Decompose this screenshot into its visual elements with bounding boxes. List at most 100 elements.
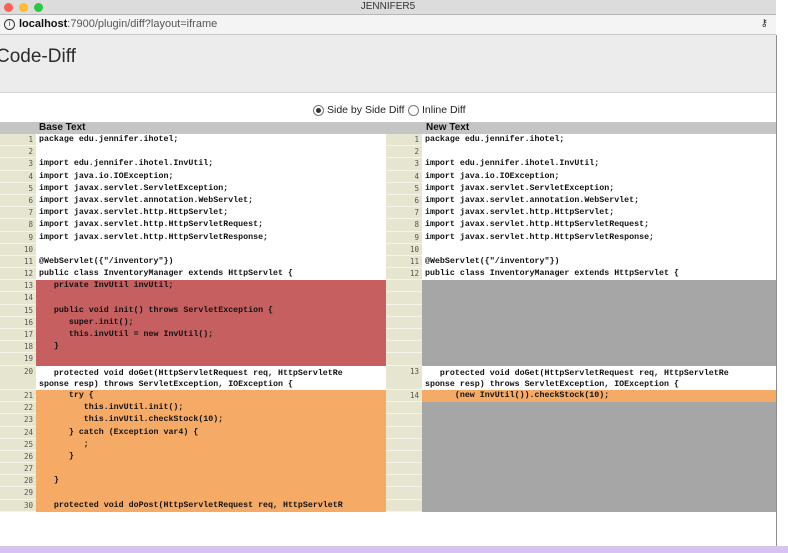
base-code-line[interactable]: try {	[36, 389, 386, 403]
new-code-line[interactable]	[422, 316, 776, 329]
base-diff-row: 16 super.init();	[0, 316, 386, 329]
new-code-line[interactable]	[422, 146, 776, 159]
base-code-line[interactable]	[36, 146, 386, 159]
info-icon[interactable]: i	[4, 19, 15, 30]
inline-option[interactable]: Inline Diff	[408, 104, 466, 116]
base-code-line[interactable]: protected void doPost(HttpServletRequest…	[36, 499, 386, 512]
new-code-line[interactable]: protected void doGet(HttpServletRequest …	[422, 365, 776, 390]
new-code-line[interactable]: import javax.servlet.http.HttpServletRes…	[422, 231, 776, 244]
new-code-line[interactable]: public class InventoryManager extends Ht…	[422, 268, 776, 281]
new-diff-row	[386, 329, 776, 342]
base-text-header: Base Text	[0, 122, 386, 134]
diff-mode-options: Side by Side Diff Inline Diff	[0, 104, 776, 120]
base-text-label: Base Text	[39, 122, 86, 133]
new-code-line[interactable]: (new InvUtil()).checkStock(10);	[422, 389, 776, 403]
new-code-line[interactable]	[422, 341, 776, 354]
side-by-side-option[interactable]: Side by Side Diff	[313, 104, 404, 116]
new-code-line[interactable]	[422, 292, 776, 305]
new-diff-row	[386, 316, 776, 329]
new-code-line[interactable]: @WebServlet({"/inventory"})	[422, 255, 776, 269]
base-code-line[interactable]: this.invUtil.init();	[36, 402, 386, 415]
new-code-line[interactable]: import javax.servlet.ServletException;	[422, 182, 776, 195]
base-code-line[interactable]: import javax.servlet.http.HttpServlet;	[36, 207, 386, 220]
new-code-line[interactable]: package edu.jennifer.ihotel;	[422, 134, 776, 147]
new-code-line[interactable]	[422, 243, 776, 256]
base-diff-row: 15 public void init() throws ServletExce…	[0, 304, 386, 317]
base-code-line[interactable]: private InvUtil invUtil;	[36, 280, 386, 293]
window-titlebar: JENNIFER5	[0, 0, 776, 15]
new-code-line[interactable]	[422, 304, 776, 317]
new-line-number: 13	[386, 365, 422, 390]
base-diff-row: 13 private InvUtil invUtil;	[0, 280, 386, 293]
base-code-line[interactable]: @WebServlet({"/inventory"})	[36, 255, 386, 269]
new-code-line[interactable]	[422, 280, 776, 293]
address-bar[interactable]: i localhost:7900/plugin/diff?layout=ifra…	[0, 15, 776, 35]
side-by-side-radio[interactable]	[313, 104, 324, 116]
new-code-line[interactable]	[422, 463, 776, 476]
base-code-line[interactable]: public void init() throws ServletExcepti…	[36, 304, 386, 317]
base-code-line[interactable]	[36, 487, 386, 500]
base-code-line[interactable]: import javax.servlet.ServletException;	[36, 182, 386, 195]
new-code-line[interactable]	[422, 414, 776, 427]
new-diff-row	[386, 341, 776, 354]
new-diff-row	[386, 475, 776, 488]
window-title: JENNIFER5	[360, 1, 416, 12]
base-diff-row: 23 this.invUtil.checkStock(10);	[0, 414, 386, 427]
inline-label: Inline Diff	[422, 104, 466, 116]
base-diff-row: 19	[0, 353, 386, 366]
new-line-number: 4	[386, 170, 422, 183]
new-text-header: New Text	[386, 122, 776, 134]
base-text-pane[interactable]: 1 package edu.jennifer.ihotel; 2 3 import ed…	[0, 134, 386, 512]
base-code-line[interactable]	[36, 292, 386, 305]
new-code-line[interactable]: import javax.servlet.annotation.WebServl…	[422, 194, 776, 208]
new-code-line[interactable]: import javax.servlet.http.HttpServlet;	[422, 207, 776, 220]
new-diff-row: 2	[386, 146, 776, 159]
base-code-line[interactable]: this.invUtil.checkStock(10);	[36, 414, 386, 427]
base-code-line[interactable]: import java.io.IOException;	[36, 170, 386, 183]
url-text[interactable]: localhost:7900/plugin/diff?layout=iframe	[19, 18, 217, 30]
new-code-line[interactable]	[422, 329, 776, 342]
base-line-number: 20	[0, 365, 36, 390]
base-code-line[interactable]	[36, 243, 386, 256]
new-code-line[interactable]	[422, 402, 776, 415]
base-code-line[interactable]: protected void doGet(HttpServletRequest …	[36, 365, 386, 390]
base-code-line[interactable]: public class InventoryManager extends Ht…	[36, 268, 386, 281]
base-diff-row: 27	[0, 463, 386, 476]
new-text-pane[interactable]: 1 package edu.jennifer.ihotel; 2 3 import ed…	[386, 134, 776, 512]
new-code-line[interactable]: import javax.servlet.http.HttpServletReq…	[422, 219, 776, 232]
new-code-line[interactable]	[422, 353, 776, 366]
base-diff-row: 2	[0, 146, 386, 159]
base-code-line[interactable]: } catch (Exception var4) {	[36, 426, 386, 439]
new-code-line[interactable]	[422, 450, 776, 464]
new-diff-row	[386, 438, 776, 451]
inline-radio[interactable]	[408, 104, 419, 116]
new-code-line[interactable]	[422, 438, 776, 451]
key-icon[interactable]: ⚷	[761, 18, 768, 29]
base-code-line[interactable]: import javax.servlet.http.HttpServletReq…	[36, 219, 386, 232]
base-code-line[interactable]	[36, 463, 386, 476]
base-code-line[interactable]: package edu.jennifer.ihotel;	[36, 134, 386, 147]
base-line-number: 11	[0, 255, 36, 269]
base-code-line[interactable]: }	[36, 450, 386, 464]
base-code-line[interactable]: }	[36, 475, 386, 488]
new-code-line[interactable]	[422, 475, 776, 488]
base-code-line[interactable]: this.invUtil = new InvUtil();	[36, 329, 386, 342]
new-line-number	[386, 475, 422, 488]
base-code-line[interactable]: import javax.servlet.annotation.WebServl…	[36, 194, 386, 208]
new-code-line[interactable]	[422, 426, 776, 439]
new-line-number: 9	[386, 231, 422, 244]
new-code-line[interactable]: import java.io.IOException;	[422, 170, 776, 183]
new-code-line[interactable]: import edu.jennifer.ihotel.InvUtil;	[422, 158, 776, 171]
base-code-line[interactable]: ;	[36, 438, 386, 451]
base-code-line[interactable]: import javax.servlet.http.HttpServletRes…	[36, 231, 386, 244]
base-diff-row: 11 @WebServlet({"/inventory"})	[0, 255, 386, 269]
base-code-line[interactable]: }	[36, 341, 386, 354]
base-code-line[interactable]	[36, 353, 386, 366]
base-code-line[interactable]: import edu.jennifer.ihotel.InvUtil;	[36, 158, 386, 171]
base-code-line[interactable]: super.init();	[36, 316, 386, 329]
bottom-strip	[0, 546, 788, 553]
new-code-line[interactable]	[422, 487, 776, 500]
base-line-number: 7	[0, 207, 36, 220]
base-line-number: 22	[0, 402, 36, 415]
new-code-line[interactable]	[422, 499, 776, 512]
